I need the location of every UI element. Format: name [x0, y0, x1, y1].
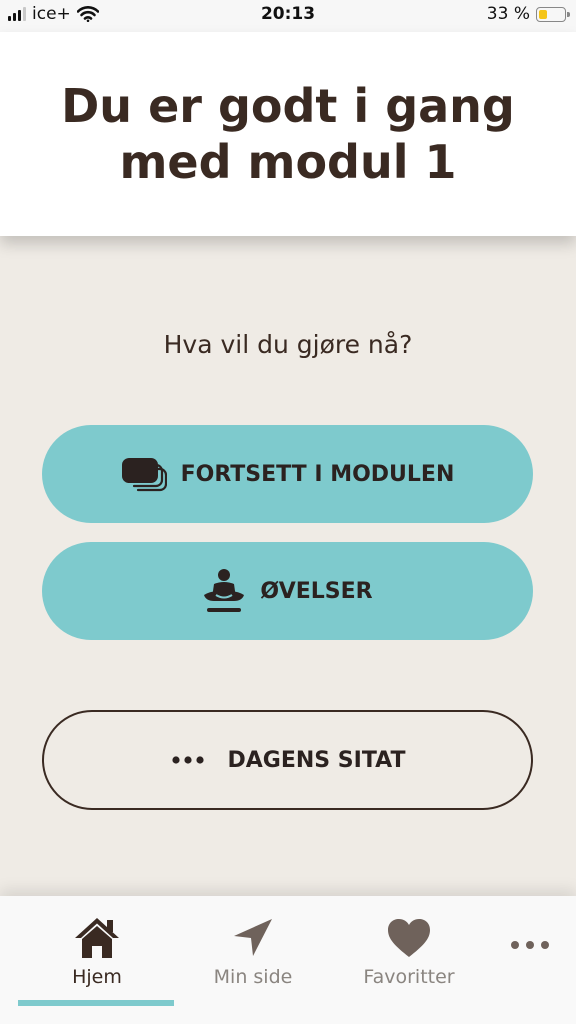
battery-icon: [536, 6, 570, 22]
battery-percent: 33 %: [486, 4, 530, 24]
status-right: 33 %: [486, 4, 570, 24]
prompt-text: Hva vil du gjøre nå?: [163, 330, 413, 359]
exercises-button[interactable]: ØVELSER: [42, 542, 533, 640]
cards-icon: [121, 456, 167, 492]
nav-item-favorites[interactable]: Favoritter: [334, 916, 484, 988]
page-header: Du er godt i gang med modul 1: [0, 32, 576, 236]
nav-label-favorites: Favoritter: [363, 966, 455, 988]
continue-module-label: FORTSETT I MODULEN: [180, 461, 455, 487]
status-bar: ice+ 20:13 33 %: [0, 0, 576, 32]
navigation-arrow-icon: [234, 919, 272, 956]
exercises-label: ØVELSER: [260, 578, 373, 604]
nav-label-my-page: Min side: [213, 966, 293, 988]
nav-label-home: Hjem: [72, 966, 122, 988]
more-dots-icon: [511, 941, 549, 949]
daily-quote-button[interactable]: DAGENS SITAT: [42, 710, 533, 810]
nav-item-home[interactable]: Hjem: [22, 916, 172, 988]
meditation-icon: [202, 568, 246, 614]
more-button[interactable]: [500, 940, 560, 950]
ellipsis-icon: [170, 755, 214, 765]
bottom-nav: Hjem Min side Favoritter: [0, 896, 576, 1024]
nav-item-my-page[interactable]: Min side: [178, 916, 328, 988]
heart-icon: [388, 919, 430, 957]
home-icon: [75, 918, 119, 958]
daily-quote-label: DAGENS SITAT: [227, 747, 406, 773]
page-title: Du er godt i gang med modul 1: [61, 79, 515, 189]
active-tab-indicator: [18, 1000, 174, 1006]
continue-module-button[interactable]: FORTSETT I MODULEN: [42, 425, 533, 523]
battery-fill: [539, 9, 547, 19]
